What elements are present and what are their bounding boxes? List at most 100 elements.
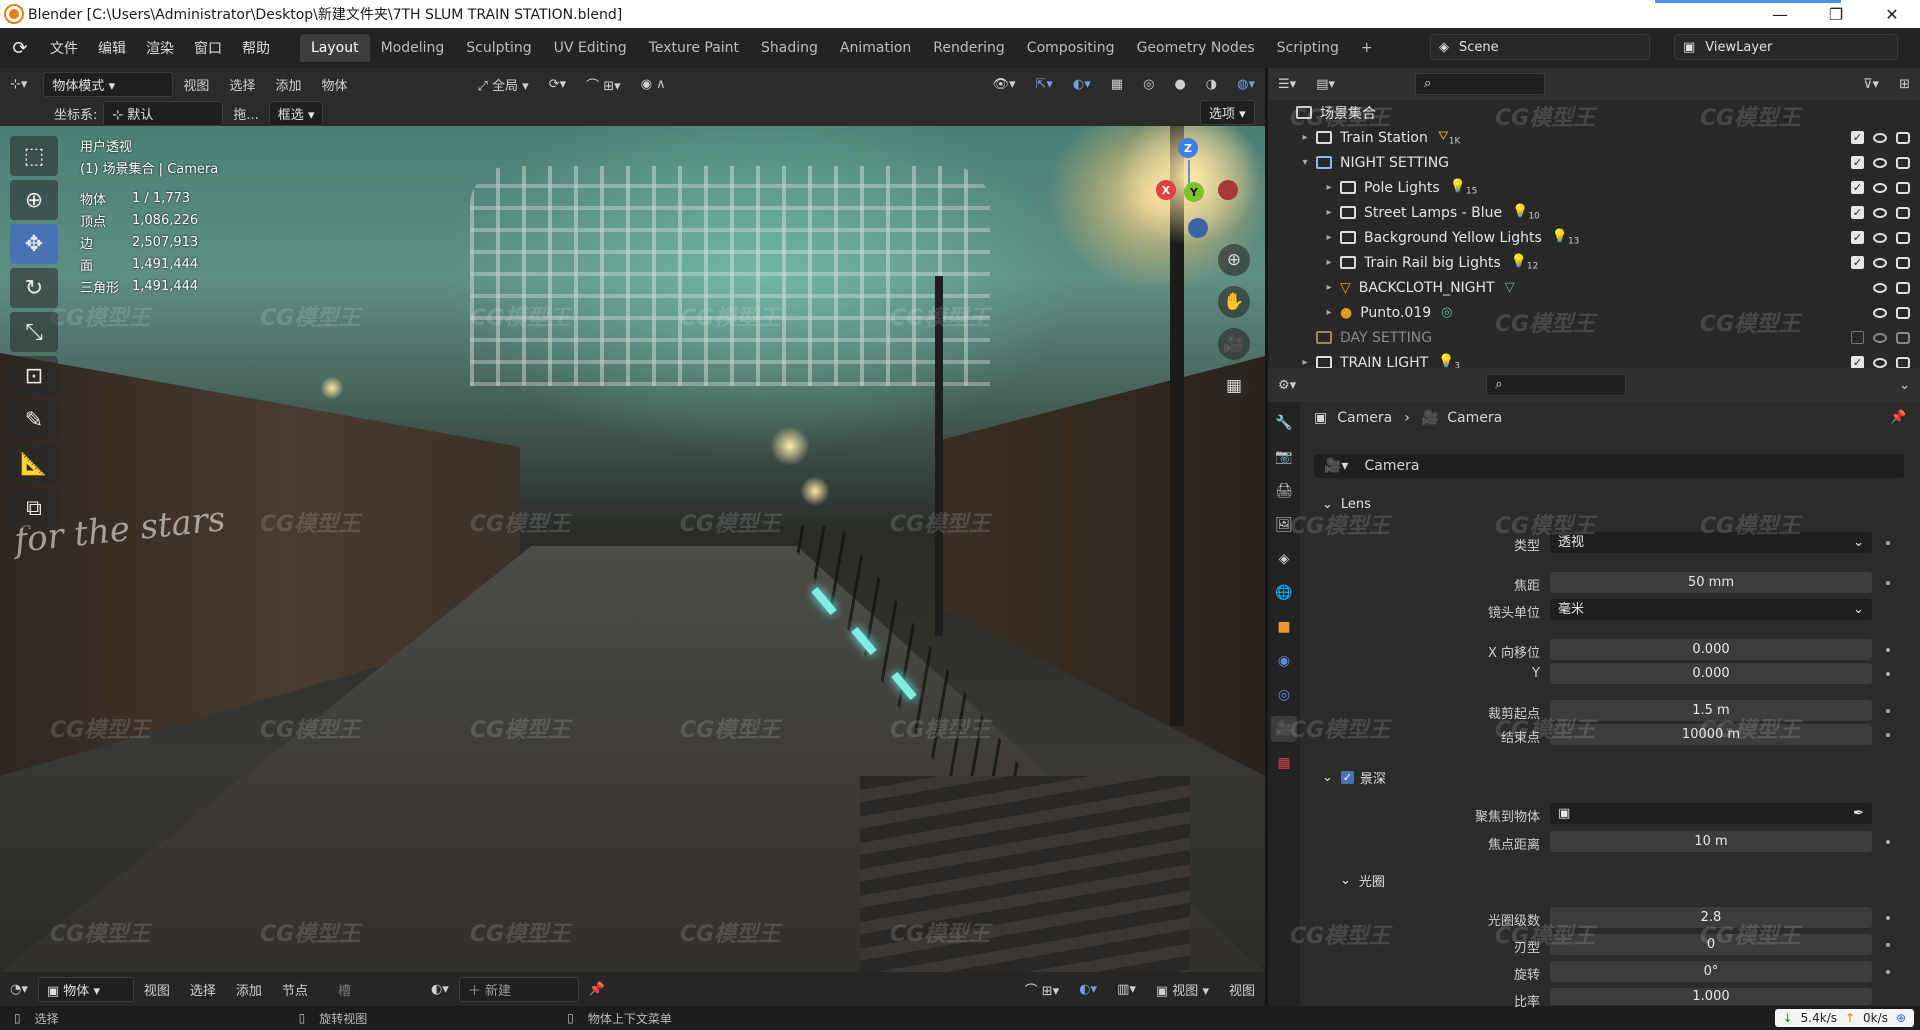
keyframe-dot[interactable] [1886,709,1890,713]
render-camera-icon[interactable] [1896,331,1910,344]
add-cube-tool-icon[interactable]: ⧉ [10,488,58,528]
menu-select[interactable]: 选择 [219,75,265,94]
menu-window[interactable]: 窗口 [184,38,232,58]
footer-menu-add[interactable]: 添加 [226,980,272,999]
mode-dropdown[interactable]: 物体模式 ▾ [43,71,174,97]
footer-editor-icon[interactable]: ▥▾ [1107,982,1146,997]
footer-mode-dropdown[interactable]: ▣ 物体 ▾ [37,976,134,1002]
expand-arrow-icon[interactable]: ▸ [1322,282,1336,293]
eye-icon[interactable] [1873,182,1887,193]
output-tab-icon[interactable]: 🖨 [1271,478,1297,504]
new-collection-icon[interactable]: ⊞ [1889,77,1920,92]
drag-label[interactable]: 拖... [223,104,268,123]
visibility-icon[interactable]: 👁▾ [982,77,1025,92]
eye-icon[interactable] [1873,257,1887,268]
list-item[interactable]: ▸ Street Lamps - Blue 💡10 ✓ [1268,200,1920,225]
measure-tool-icon[interactable]: 📐 [10,444,58,484]
dof-checkbox[interactable]: ✓ [1340,771,1354,784]
pan-hand-icon[interactable]: ✋ [1218,286,1250,318]
focus-distance-field[interactable]: 10 m [1550,831,1872,852]
shading-material-icon[interactable]: ◑ [1196,77,1227,92]
tab-animation[interactable]: Animation [829,34,922,62]
footer-menu-view[interactable]: 视图 [134,980,180,999]
keyframe-dot[interactable] [1886,672,1890,676]
tab-texture-paint[interactable]: Texture Paint [638,34,750,62]
footer-snap-icon[interactable]: ⌒ ⊞▾ [1015,980,1070,999]
lens-unit-dropdown[interactable]: 毫米 ⌄ [1550,599,1872,620]
menu-render[interactable]: 渲染 [136,38,184,58]
list-item[interactable]: ▸ Train Station ⛛1K ✓ [1268,125,1920,150]
menu-object[interactable]: 物体 [311,75,357,94]
exclude-checkbox[interactable]: ✓ [1851,181,1864,194]
tab-modeling[interactable]: Modeling [370,34,456,62]
render-camera-icon[interactable] [1896,281,1910,294]
camera-datablock-field[interactable]: 🎥▾ Camera [1314,454,1904,478]
editor-type-icon[interactable]: ◔▾ [0,982,38,997]
gizmo-neg-z[interactable] [1188,218,1208,238]
keyframe-dot[interactable] [1886,541,1890,545]
expand-arrow-icon[interactable]: ▸ [1322,207,1336,218]
footer-menu-select[interactable]: 选择 [180,980,226,999]
camera-view-icon[interactable]: 🎥 [1218,328,1250,360]
outliner-editor-icon[interactable]: ☰▾ [1268,77,1306,92]
keyframe-dot[interactable] [1886,943,1890,947]
navigation-gizmo[interactable]: Z X Y [1140,136,1240,246]
editor-type-icon[interactable]: ⊹▾ [0,77,37,92]
expand-arrow-icon[interactable]: ▾ [1298,157,1312,168]
clip-start-field[interactable]: 1.5 m [1550,700,1872,721]
expand-arrow-icon[interactable]: ▸ [1298,132,1312,143]
new-material-button[interactable]: ＋ 新建 [458,976,579,1002]
clip-end-field[interactable]: 10000 m [1550,724,1872,745]
properties-search-input[interactable]: ⌕ [1486,374,1627,396]
gizmo-neg-x[interactable] [1218,180,1238,200]
tab-compositing[interactable]: Compositing [1016,34,1126,62]
footer-menu-node[interactable]: 节点 [272,980,318,999]
eye-icon[interactable] [1873,332,1887,343]
eye-icon[interactable] [1873,207,1887,218]
gizmo-y[interactable]: Y [1184,182,1204,202]
exclude-checkbox[interactable]: ✓ [1851,131,1864,144]
xray-icon[interactable]: ▦ [1101,77,1133,92]
scene-selector[interactable]: ◈ Scene [1430,34,1650,60]
shading-solid-icon[interactable]: ● [1164,77,1195,92]
list-item[interactable]: DAY SETTING [1268,325,1920,350]
menu-file[interactable]: 文件 [40,38,88,58]
exclude-checkbox[interactable] [1851,331,1864,344]
tab-rendering[interactable]: Rendering [922,34,1016,62]
render-camera-icon[interactable] [1896,131,1910,144]
menu-help[interactable]: 帮助 [232,38,280,58]
list-item[interactable]: ▸ Pole Lights 💡15 ✓ [1268,175,1920,200]
list-item[interactable]: ▾ NIGHT SETTING ✓ [1268,150,1920,175]
properties-options-icon[interactable]: ⌄ [1889,378,1920,393]
pin-icon[interactable]: 📌 [579,982,615,997]
tab-geometry-nodes[interactable]: Geometry Nodes [1126,34,1266,62]
viewlayer-selector[interactable]: ▣ ViewLayer [1674,34,1898,60]
menu-add[interactable]: 添加 [265,75,311,94]
menu-view[interactable]: 视图 [173,75,219,94]
gizmo-toggle-icon[interactable]: ⇱▾ [1026,77,1063,92]
filter-icon[interactable]: ⊽▾ [1853,77,1889,92]
render-camera-icon[interactable] [1896,356,1910,369]
shift-x-field[interactable]: 0.000 [1550,639,1872,660]
list-item[interactable]: ▸ Train Rail big Lights 💡12 ✓ [1268,250,1920,275]
exclude-checkbox[interactable]: ✓ [1851,156,1864,169]
render-camera-icon[interactable] [1896,306,1910,319]
transform-tool-icon[interactable]: ⊡ [10,356,58,396]
gizmo-x[interactable]: X [1156,180,1176,200]
shading-wireframe-icon[interactable]: ◎ [1133,77,1164,92]
slot-label[interactable]: 槽 [328,980,361,999]
eye-icon[interactable] [1873,157,1887,168]
fstop-field[interactable]: 2.8 [1550,907,1872,928]
close-button[interactable]: ✕ [1864,5,1920,24]
list-item[interactable]: ▸ ▽ BACKCLOTH_NIGHT ▽ [1268,275,1920,300]
material-sphere-icon[interactable]: ◐▾ [421,982,459,997]
menu-edit[interactable]: 编辑 [88,38,136,58]
keyframe-dot[interactable] [1886,648,1890,652]
aperture-section-header[interactable]: ⌄ 光圈 [1340,871,1385,890]
tab-scripting[interactable]: Scripting [1266,34,1350,62]
coord-dropdown[interactable]: ⊹ 默认 [103,100,224,126]
list-item[interactable]: ▸ ● Punto.019 ◎ [1268,300,1920,325]
footer-view-menu[interactable]: ▣ 视图 ▾ [1146,980,1219,999]
render-camera-icon[interactable] [1896,156,1910,169]
shading-rendered-icon[interactable]: ◍▾ [1227,77,1265,92]
